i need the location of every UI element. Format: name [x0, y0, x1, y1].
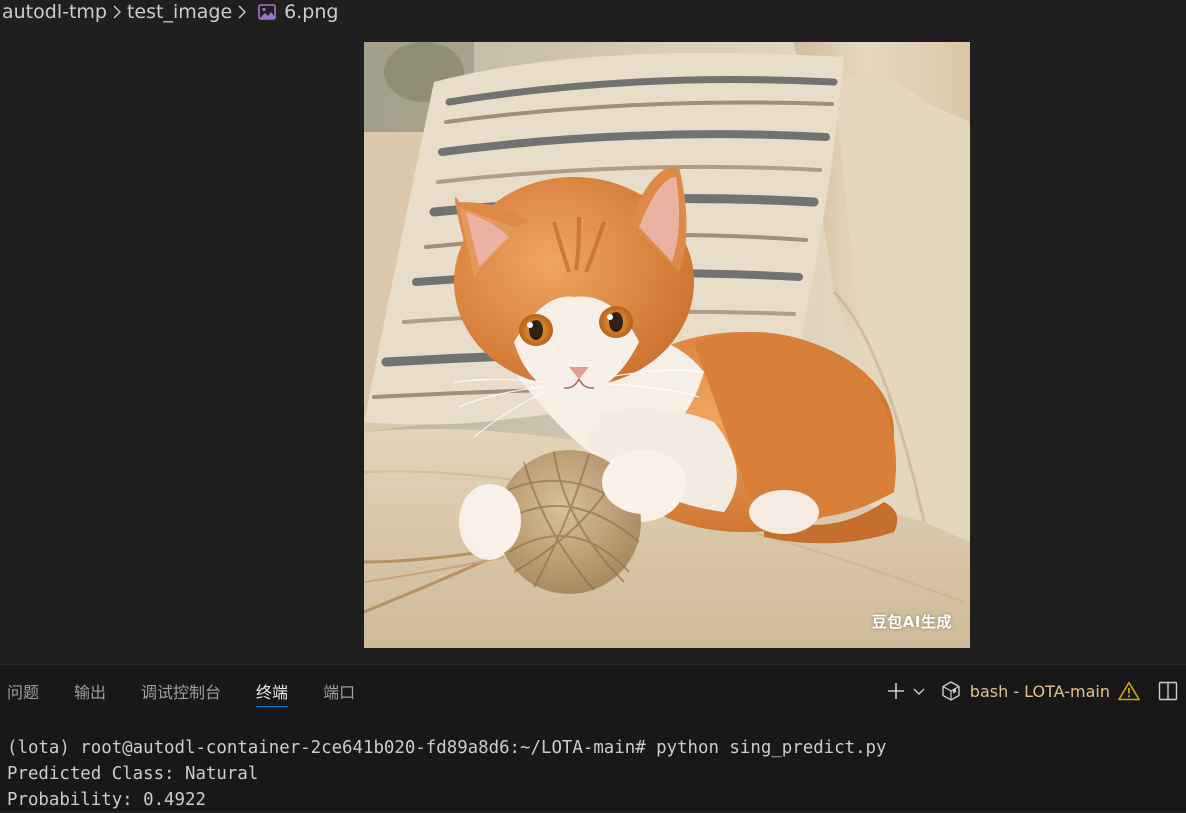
terminal-line: Predicted Class: Natural — [7, 764, 259, 784]
chevron-down-icon[interactable] — [908, 679, 930, 703]
breadcrumb-item-autodl-tmp[interactable]: autodl-tmp — [2, 1, 107, 23]
panel-actions: bash - LOTA-main — [884, 665, 1186, 717]
bottom-panel: 问题 输出 调试控制台 终端 端口 bash - LOTA-main (lota… — [0, 664, 1186, 811]
warning-icon[interactable] — [1116, 679, 1142, 703]
plus-icon[interactable] — [884, 679, 908, 703]
tab-debug-console[interactable]: 调试控制台 — [141, 665, 221, 717]
terminal-output[interactable]: (lota) root@autodl-container-2ce641b020-… — [7, 735, 886, 813]
image-file-icon — [254, 4, 280, 20]
breadcrumb-item-test-image[interactable]: test_image — [127, 1, 232, 23]
chevron-right-icon — [232, 5, 252, 19]
terminal-line: Probability: 0.4922 — [7, 790, 206, 810]
kitten-photo-illustration — [364, 42, 970, 648]
tab-problems[interactable]: 问题 — [7, 665, 39, 717]
split-panel-icon[interactable] — [1152, 679, 1184, 703]
preview-image: 豆包AI生成 — [364, 42, 970, 648]
tab-terminal[interactable]: 终端 — [256, 665, 289, 717]
tab-output[interactable]: 输出 — [74, 665, 106, 717]
tab-ports[interactable]: 端口 — [323, 665, 355, 717]
panel-tab-bar: 问题 输出 调试控制台 终端 端口 — [0, 665, 390, 717]
watermark-text: 豆包AI生成 — [871, 613, 952, 631]
breadcrumb: autodl-tmp test_image 6.png — [0, 0, 1186, 24]
terminal-line: (lota) root@autodl-container-2ce641b020-… — [7, 738, 887, 758]
terminal-name-label[interactable]: bash - LOTA-main — [970, 682, 1110, 701]
terminal-profile-icon[interactable] — [938, 679, 964, 703]
chevron-right-icon — [107, 5, 127, 19]
breadcrumb-item-file[interactable]: 6.png — [284, 1, 338, 23]
image-preview-area: 豆包AI生成 — [0, 24, 1186, 664]
